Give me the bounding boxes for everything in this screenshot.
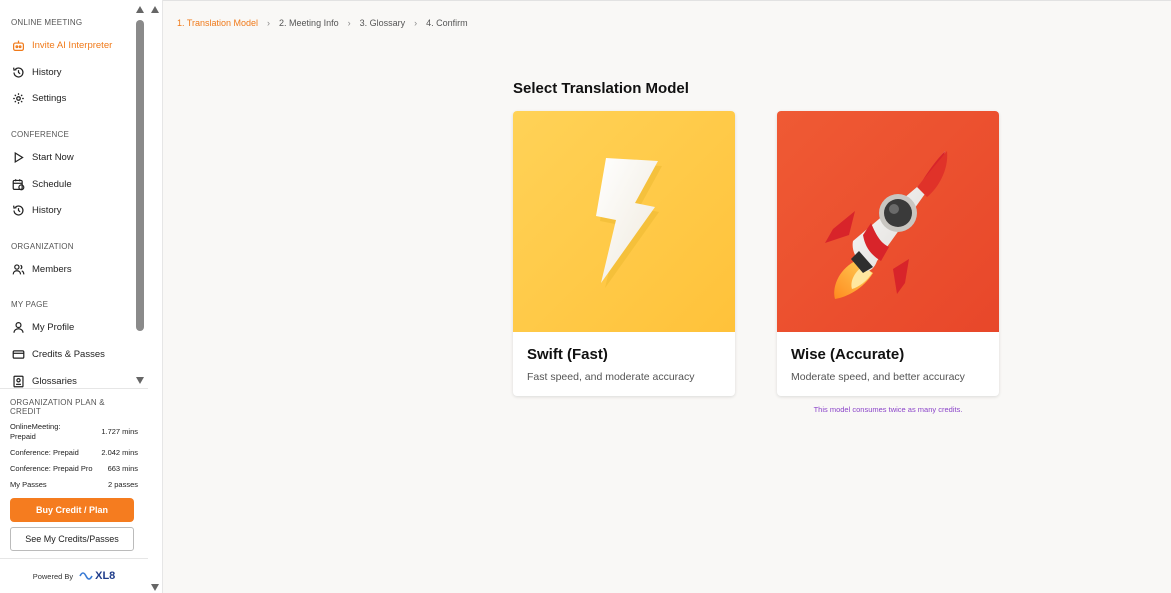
chevron-right-icon: › xyxy=(267,18,271,28)
plan-row-label: Conference: Prepaid Pro xyxy=(10,464,93,473)
sidebar-item-my-profile[interactable]: My Profile xyxy=(0,316,148,338)
sidebar-item-glossaries[interactable]: Glossaries xyxy=(0,370,148,388)
plan-row-value: 2.042 mins xyxy=(101,448,138,457)
sidebar-item-label: Credits & Passes xyxy=(32,348,105,360)
scrollbar-thumb[interactable] xyxy=(136,20,144,331)
plan-row: My Passes 2 passes xyxy=(10,480,138,490)
sidebar: ONLINE MEETING Invite AI Interpreter His… xyxy=(0,0,163,593)
main-content: 1. Translation Model › 2. Meeting Info ›… xyxy=(163,0,1171,593)
powered-by-text: Powered By xyxy=(32,571,74,581)
wise-model-card[interactable]: Wise (Accurate) Moderate speed, and bett… xyxy=(777,111,999,396)
sidebar-item-members[interactable]: Members xyxy=(0,258,148,280)
wise-card-description: Moderate speed, and better accuracy xyxy=(791,371,965,383)
sidebar-item-label: Glossaries xyxy=(32,375,77,387)
sidebar-item-label: Schedule xyxy=(32,178,72,190)
breadcrumb-steps: 1. Translation Model › 2. Meeting Info ›… xyxy=(177,18,468,28)
plan-row-label: My Passes xyxy=(10,480,47,489)
sidebar-scroll-up-arrow[interactable] xyxy=(151,6,159,13)
sidebar-item-label: Invite AI Interpreter xyxy=(32,39,113,51)
see-my-credits-button[interactable]: See My Credits/Passes xyxy=(10,527,134,551)
scroll-up-arrow[interactable] xyxy=(136,6,144,13)
sidebar-item-conference-history[interactable]: History xyxy=(0,199,148,221)
sidebar-item-label: History xyxy=(32,204,62,216)
buy-credit-plan-button[interactable]: Buy Credit / Plan xyxy=(10,498,134,522)
section-organization: ORGANIZATION xyxy=(11,242,74,251)
users-icon xyxy=(11,262,25,276)
lightning-icon xyxy=(596,158,662,288)
calendar-clock-icon xyxy=(11,177,25,191)
sidebar-item-start-now[interactable]: Start Now xyxy=(0,146,148,168)
rocket-icon xyxy=(825,151,948,299)
history-icon xyxy=(11,203,25,217)
plan-row: Conference: Prepaid Pro 663 mins xyxy=(10,464,138,474)
sidebar-item-label: Start Now xyxy=(32,151,74,163)
plan-row-label: Conference: Prepaid xyxy=(10,448,79,457)
plan-row: Conference: Prepaid 2.042 mins xyxy=(10,448,138,458)
sidebar-nav: ONLINE MEETING Invite AI Interpreter His… xyxy=(0,0,148,388)
gear-icon xyxy=(11,91,25,105)
section-online-meeting: ONLINE MEETING xyxy=(11,18,83,27)
plan-row-value: 1.727 mins xyxy=(101,427,138,436)
section-conference: CONFERENCE xyxy=(11,130,70,139)
sidebar-item-label: Members xyxy=(32,263,72,275)
sidebar-item-label: Settings xyxy=(32,92,67,104)
step-translation-model[interactable]: 1. Translation Model xyxy=(177,18,258,28)
plan-credit-panel: ORGANIZATION PLAN & CREDIT OnlineMeeting… xyxy=(0,388,148,558)
page-title: Select Translation Model xyxy=(513,80,689,97)
section-my-page: MY PAGE xyxy=(11,300,49,309)
step-glossary[interactable]: 3. Glossary xyxy=(360,18,406,28)
sidebar-scroll-down-arrow[interactable] xyxy=(151,584,159,591)
history-icon xyxy=(11,65,25,79)
swift-card-image xyxy=(513,111,735,332)
xl8-logo: XL8 xyxy=(79,570,115,582)
powered-by: Powered By XL8 xyxy=(0,558,148,593)
plan-row-label: OnlineMeeting: Prepaid xyxy=(10,422,61,441)
plan-row: OnlineMeeting: Prepaid 1.727 mins xyxy=(10,422,138,442)
plan-title: ORGANIZATION PLAN & CREDIT xyxy=(10,398,105,416)
step-confirm[interactable]: 4. Confirm xyxy=(426,18,468,28)
swift-card-title: Swift (Fast) xyxy=(527,346,608,363)
chevron-right-icon: › xyxy=(414,18,418,28)
sidebar-item-history[interactable]: History xyxy=(0,61,148,83)
sidebar-item-label: My Profile xyxy=(32,321,75,333)
robot-icon xyxy=(11,38,25,52)
sidebar-item-settings[interactable]: Settings xyxy=(0,87,148,109)
credit-consumption-note: This model consumes twice as many credit… xyxy=(813,405,963,414)
wise-card-image xyxy=(777,111,999,332)
credit-card-icon xyxy=(11,347,25,361)
wise-card-title: Wise (Accurate) xyxy=(791,346,905,363)
play-icon xyxy=(11,150,25,164)
chevron-right-icon: › xyxy=(347,18,351,28)
sidebar-item-credits-passes[interactable]: Credits & Passes xyxy=(0,343,148,365)
user-icon xyxy=(11,320,25,334)
sidebar-item-invite-ai-interpreter[interactable]: Invite AI Interpreter xyxy=(0,34,148,56)
step-meeting-info[interactable]: 2. Meeting Info xyxy=(279,18,339,28)
sidebar-item-schedule[interactable]: Schedule xyxy=(0,173,148,195)
swift-model-card[interactable]: Swift (Fast) Fast speed, and moderate ac… xyxy=(513,111,735,396)
swift-card-description: Fast speed, and moderate accuracy xyxy=(527,371,695,383)
plan-row-value: 663 mins xyxy=(107,464,138,473)
scroll-down-arrow[interactable] xyxy=(136,377,144,384)
plan-row-value: 2 passes xyxy=(107,480,138,489)
book-icon xyxy=(11,374,25,388)
brand-name: XL8 xyxy=(95,570,116,582)
sidebar-item-label: History xyxy=(32,66,62,78)
xl8-logo-icon xyxy=(79,572,93,580)
